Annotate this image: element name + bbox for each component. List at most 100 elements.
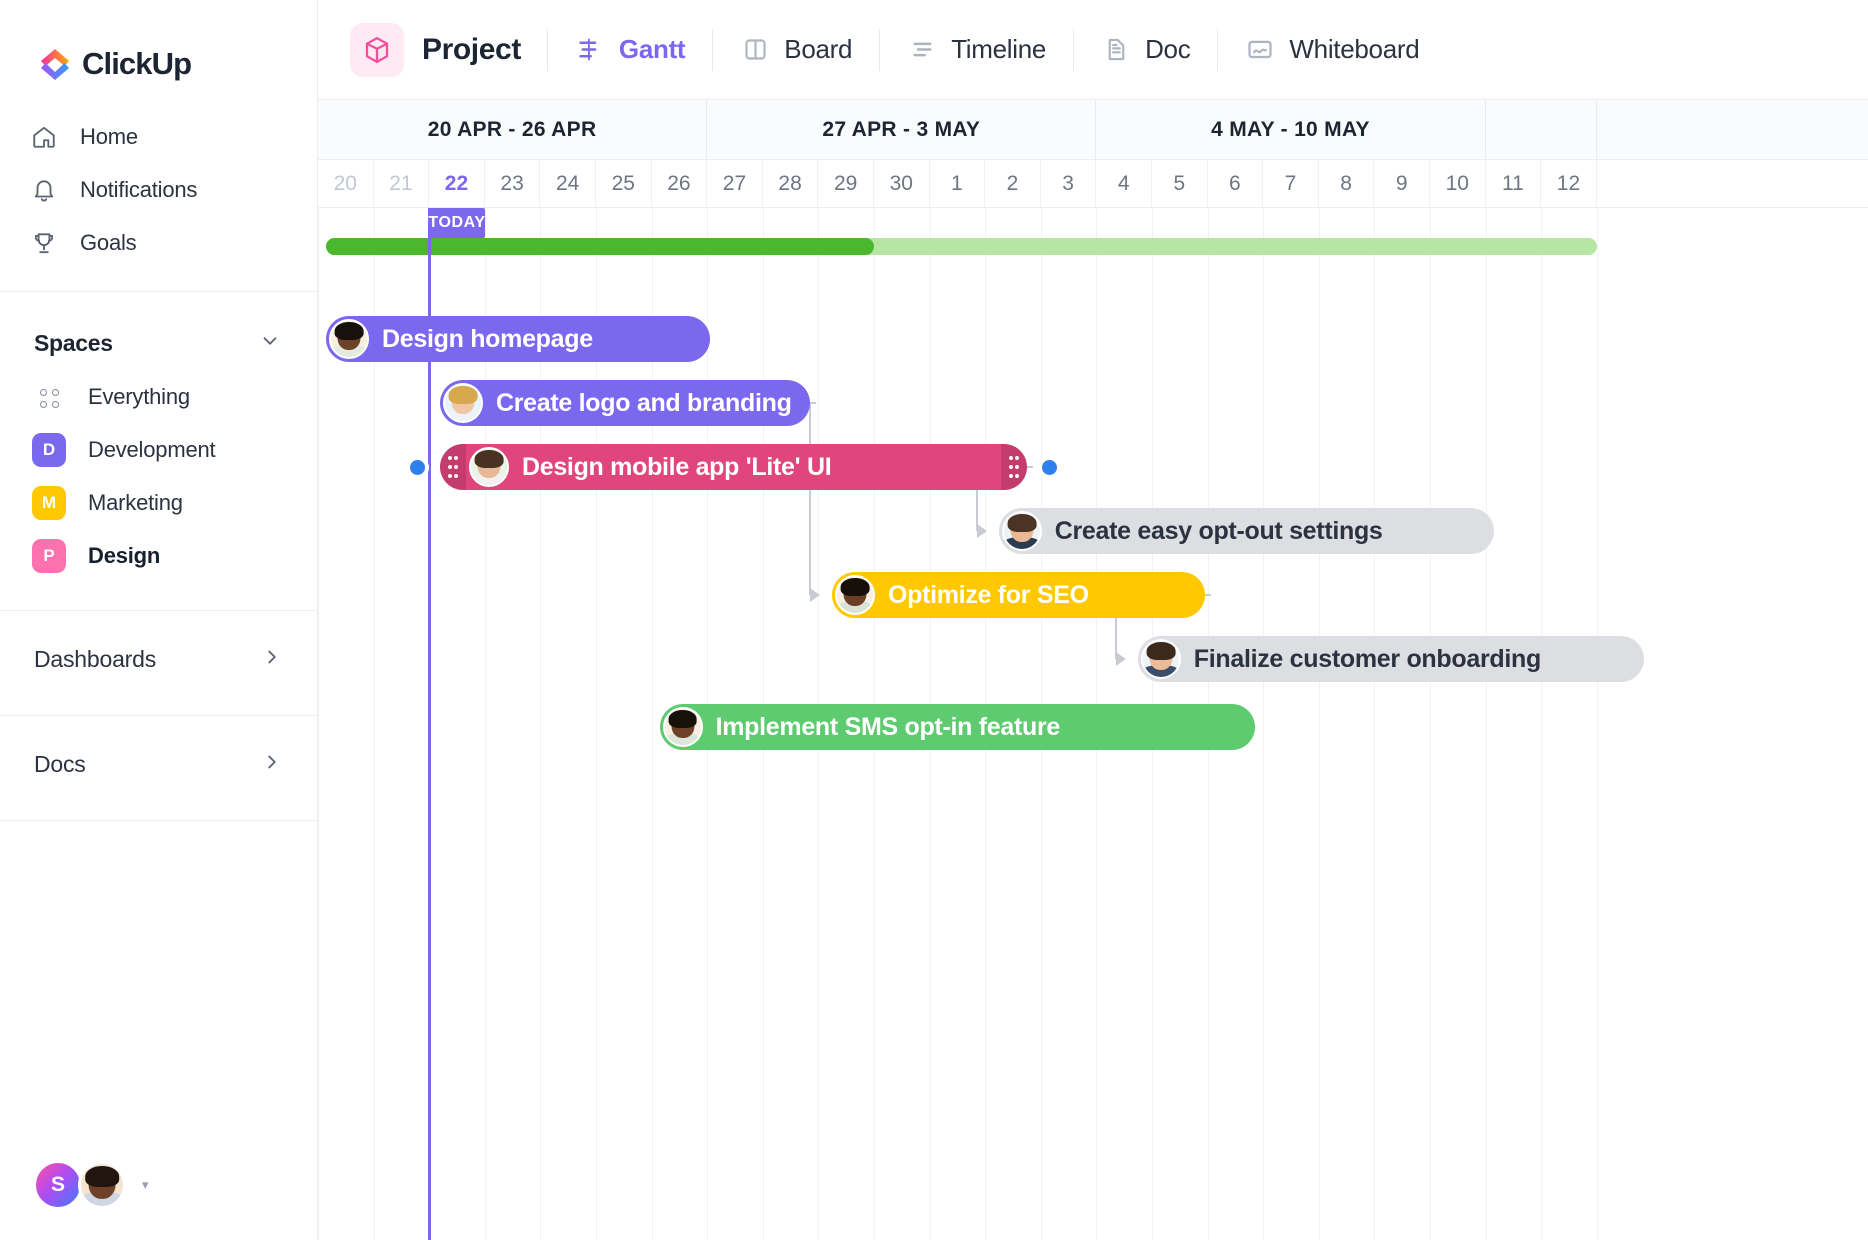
resize-handle-left[interactable]: [439, 444, 466, 490]
today-badge: TODAY: [428, 208, 485, 238]
resize-handle-right[interactable]: [1001, 444, 1028, 490]
day-header-cell: 22: [429, 160, 485, 208]
gantt-task-bar[interactable]: Create easy opt-out settings: [998, 508, 1495, 554]
week-header-cell-partial: [1486, 100, 1597, 160]
avatar[interactable]: [834, 575, 875, 615]
timeline-week-header: 20 APR - 26 APR 27 APR - 3 MAY 4 MAY - 10 …: [318, 100, 1868, 160]
spaces-section-header[interactable]: Spaces: [0, 292, 317, 364]
chevron-down-icon[interactable]: ▾: [142, 1177, 149, 1193]
day-header-cell: 10: [1430, 160, 1486, 208]
dependency-arrow-icon: [1115, 652, 1126, 666]
whiteboard-icon: [1245, 35, 1275, 65]
dependency-arrow-icon: [809, 588, 820, 602]
sidebar-divider-4: [0, 820, 317, 821]
primary-nav: Home Notifications Goals: [0, 92, 317, 269]
sidebar-item-home-label: Home: [80, 123, 138, 149]
sidebar-item-everything-label: Everything: [88, 383, 190, 409]
sidebar-item-docs[interactable]: Docs: [0, 730, 317, 798]
app-logo[interactable]: ClickUp: [0, 0, 317, 92]
day-header-cell: 28: [763, 160, 819, 208]
gantt-task-bar[interactable]: Design homepage: [326, 316, 711, 362]
sidebar-item-marketing[interactable]: M Marketing: [0, 476, 317, 529]
day-header-cell: 29: [818, 160, 874, 208]
sidebar-item-marketing-label: Marketing: [88, 489, 183, 515]
tab-board-label: Board: [784, 34, 853, 64]
avatar[interactable]: [442, 383, 483, 423]
workspace-avatar[interactable]: S: [34, 1161, 82, 1209]
day-header-cell: 3: [1041, 160, 1097, 208]
avatar[interactable]: [468, 447, 509, 487]
sidebar-item-notifications[interactable]: Notifications: [0, 163, 317, 216]
tab-timeline-label: Timeline: [951, 34, 1047, 64]
space-badge-marketing: M: [32, 485, 66, 520]
chevron-right-icon[interactable]: [261, 751, 283, 778]
sidebar-item-notifications-label: Notifications: [80, 176, 198, 202]
day-header-cell: 27: [707, 160, 763, 208]
week-header-cell: 4 MAY - 10 MAY: [1096, 100, 1486, 160]
sidebar-item-development-label: Development: [88, 436, 216, 462]
day-header-cell: 4: [1096, 160, 1152, 208]
sidebar-item-development[interactable]: D Development: [0, 423, 317, 476]
avatar[interactable]: [329, 319, 369, 359]
doc-icon: [1101, 35, 1131, 65]
grid-line: [596, 208, 597, 1240]
sidebar-divider-2: [0, 610, 317, 611]
week-header-cell: 27 APR - 3 MAY: [707, 100, 1097, 160]
avatar[interactable]: [1140, 639, 1181, 679]
grid-line: [1430, 208, 1431, 1240]
tab-board[interactable]: Board: [713, 20, 879, 80]
project-progress-track: [326, 238, 1597, 255]
tab-gantt[interactable]: Gantt: [548, 20, 712, 80]
grid-dots-icon: [32, 380, 66, 414]
dependency-link-dot-right[interactable]: [1042, 460, 1058, 475]
spaces-list: Everything D Development M Marketing P D…: [0, 364, 317, 582]
space-badge-development: D: [32, 432, 66, 467]
dependency-link-dot-left[interactable]: [409, 460, 425, 475]
gantt-task-bar[interactable]: Finalize customer onboarding: [1137, 636, 1645, 682]
project-progress-fill: [326, 238, 874, 255]
tab-doc-label: Doc: [1145, 34, 1191, 64]
avatar[interactable]: [1001, 511, 1042, 551]
tab-doc[interactable]: Doc: [1074, 20, 1217, 80]
sidebar-item-design[interactable]: P Design: [0, 529, 317, 582]
grid-line: [1541, 208, 1543, 1240]
gantt-task-bar[interactable]: Optimize for SEO: [831, 572, 1206, 618]
sidebar-item-goals[interactable]: Goals: [0, 216, 317, 269]
account-switcher[interactable]: S ▾: [0, 1130, 317, 1240]
day-header-cell: 6: [1208, 160, 1264, 208]
project-button[interactable]: Project: [350, 22, 547, 77]
sidebar-item-home[interactable]: Home: [0, 110, 317, 163]
gantt-task-bar[interactable]: Design mobile app 'Lite' UI: [439, 444, 1028, 490]
gantt-task-bar[interactable]: Implement SMS opt-in feature: [659, 704, 1256, 750]
grid-line: [1374, 208, 1376, 1240]
day-header-cell: 25: [596, 160, 652, 208]
sidebar-item-everything[interactable]: Everything: [0, 370, 317, 423]
grid-line: [651, 208, 653, 1240]
grid-line: [540, 208, 542, 1240]
today-marker-line: [428, 208, 432, 1240]
day-header-cell: 7: [1263, 160, 1319, 208]
gantt-task-bar[interactable]: Create logo and branding: [439, 380, 811, 426]
space-badge-design: P: [32, 538, 66, 573]
avatar[interactable]: [662, 707, 703, 747]
project-title: Project: [422, 32, 521, 66]
chevron-down-icon[interactable]: [259, 330, 281, 357]
tab-timeline[interactable]: Timeline: [880, 20, 1073, 80]
day-header-cell: 20: [318, 160, 374, 208]
user-avatar[interactable]: [78, 1161, 126, 1209]
day-header-cell: 8: [1319, 160, 1375, 208]
gantt-canvas[interactable]: TODAY Design homepage Create logo and bran…: [318, 208, 1868, 1240]
sidebar-item-docs-label: Docs: [34, 750, 86, 777]
sidebar-item-dashboards[interactable]: Dashboards: [0, 625, 317, 693]
day-header-cell: 11: [1486, 160, 1542, 208]
day-header-cell: 26: [652, 160, 708, 208]
sidebar-item-dashboards-label: Dashboards: [34, 645, 157, 672]
chevron-right-icon[interactable]: [261, 646, 283, 673]
tab-whiteboard[interactable]: Whiteboard: [1218, 20, 1446, 80]
day-header-cell: 12: [1541, 160, 1597, 208]
day-header-cell: 2: [985, 160, 1041, 208]
week-header-cell: 20 APR - 26 APR: [318, 100, 708, 160]
timeline-day-header: 20 21 22 23 24 25 26 27 28 29 30 1 2 3 4 5 6 7 8 9 10 11 12: [318, 160, 1868, 208]
day-header-cell: 21: [374, 160, 430, 208]
main-content: Project Gantt Board Timeline Doc Whitebo…: [318, 0, 1868, 1240]
